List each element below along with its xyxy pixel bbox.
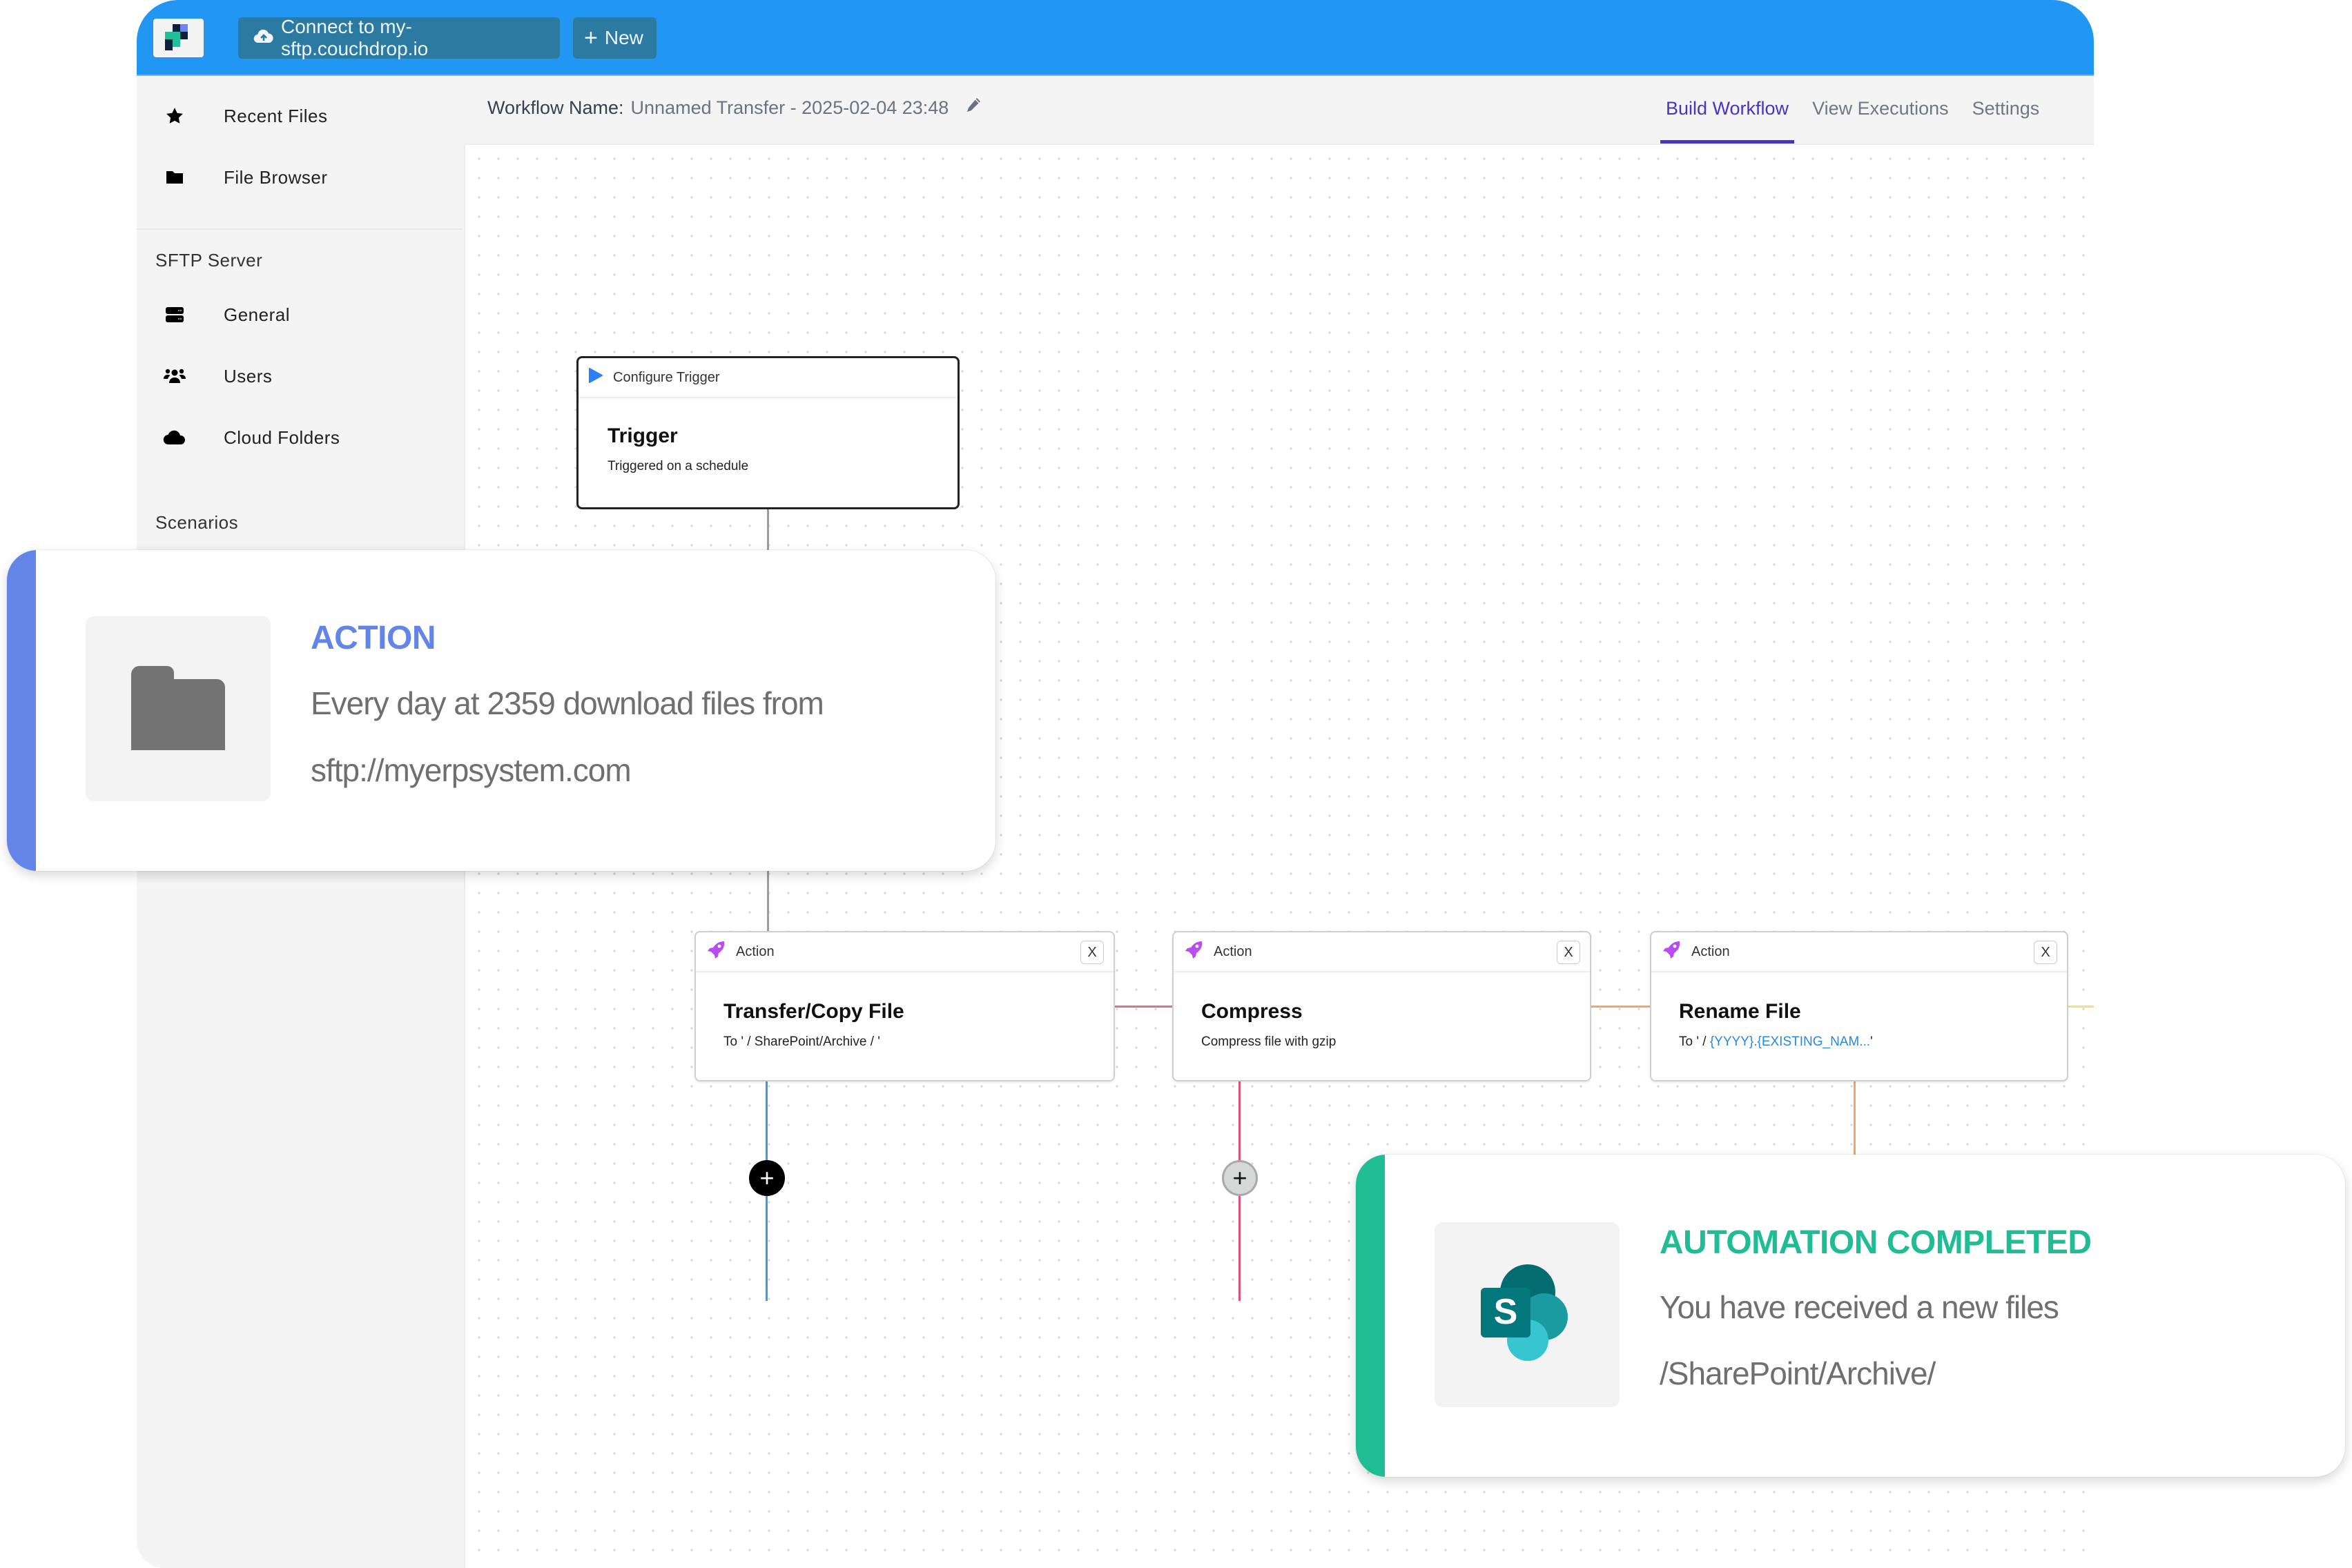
- add-step-button[interactable]: +: [749, 1160, 785, 1196]
- users-icon: [162, 368, 188, 384]
- star-icon: [162, 106, 188, 126]
- accent-stripe: [7, 550, 36, 871]
- action-node-rename[interactable]: Action X Rename File To ' / {YYYY}.{EXIS…: [1650, 931, 2068, 1081]
- action-subtitle: To ' / {YYYY}.{EXISTING_NAM...': [1679, 1035, 2067, 1050]
- overlay-source-url: sftp://myerpsystem.com: [311, 752, 632, 788]
- rocket-icon: [1183, 939, 1204, 964]
- action-subtitle-suffix: ': [1870, 1035, 1873, 1049]
- trigger-node-header: Configure Trigger: [579, 358, 958, 398]
- trigger-node[interactable]: Configure Trigger Trigger Triggered on a…: [576, 356, 960, 509]
- sidebar-item-general[interactable]: General: [137, 294, 463, 335]
- trigger-header-label: Configure Trigger: [613, 369, 720, 385]
- rocket-icon: [1661, 939, 1682, 964]
- new-button[interactable]: + New: [573, 17, 657, 59]
- sidebar-item-label: Recent Files: [224, 105, 328, 126]
- sidebar-item-users[interactable]: Users: [137, 355, 463, 397]
- action-header-label: Action: [1214, 943, 1252, 959]
- action-header-label: Action: [1691, 943, 1730, 959]
- workflow-name-value: Unnamed Transfer - 2025-02-04 23:48: [630, 97, 949, 118]
- action-subtitle-text: Compress file with gzip: [1201, 1035, 1337, 1049]
- overlay-destination-path: /SharePoint/Archive/: [1660, 1355, 1936, 1391]
- connect-button[interactable]: Connect to my-sftp.couchdrop.io: [238, 16, 560, 59]
- trigger-title: Trigger: [608, 424, 678, 447]
- tab-view-executions[interactable]: View Executions: [1807, 76, 1954, 144]
- connector-rename-down: [1854, 1081, 1856, 1155]
- sidebar-item-cloud-folders[interactable]: Cloud Folders: [137, 417, 463, 458]
- path-variable: {YYYY}.{EXISTING_NAM...: [1709, 1035, 1871, 1049]
- sidebar-item-file-browser[interactable]: File Browser: [137, 157, 463, 198]
- close-icon[interactable]: X: [1557, 941, 1580, 964]
- sidebar-heading-sftp: SFTP Server: [155, 250, 263, 271]
- sidebar-item-label: General: [224, 304, 290, 325]
- connector-rename-to-add: [2068, 1006, 2094, 1008]
- folder-icon-box: [86, 616, 271, 801]
- action-subtitle-text: To ' /: [1679, 1035, 1710, 1049]
- action-node-header: Action X: [696, 932, 1114, 972]
- connector-transfer-to-compress: [1115, 1006, 1172, 1008]
- close-icon[interactable]: X: [1080, 941, 1104, 964]
- sharepoint-icon: S: [1475, 1262, 1579, 1369]
- overlay-title: ACTION: [311, 620, 436, 656]
- plus-icon: +: [584, 25, 598, 51]
- action-subtitle: Compress file with gzip: [1201, 1035, 1590, 1050]
- sharepoint-icon-box: S: [1435, 1222, 1620, 1407]
- action-title: Compress: [1201, 1000, 1303, 1023]
- couchdrop-logo[interactable]: [153, 19, 204, 57]
- add-step-button[interactable]: +: [1222, 1160, 1258, 1196]
- cloud-icon: [162, 430, 188, 445]
- rocket-icon: [706, 939, 726, 964]
- play-icon: [588, 367, 603, 388]
- action-subtitle: To ' / SharePoint/Archive / ': [723, 1035, 1114, 1050]
- tab-build-workflow[interactable]: Build Workflow: [1660, 76, 1795, 144]
- overlay-description: You have received a new files: [1660, 1289, 2059, 1325]
- connector-compress-to-rename: [1591, 1006, 1650, 1008]
- action-overlay-card: ACTION Every day at 2359 download files …: [7, 550, 995, 871]
- sidebar-item-recent-files[interactable]: Recent Files: [137, 95, 463, 137]
- action-node-transfer[interactable]: Action X Transfer/Copy File To ' / Share…: [694, 931, 1115, 1081]
- accent-stripe: [1356, 1155, 1385, 1477]
- action-node-header: Action X: [1174, 932, 1590, 972]
- overlay-title: AUTOMATION COMPLETED: [1660, 1224, 2092, 1261]
- sidebar-divider: [137, 228, 463, 230]
- sidebar-item-label: File Browser: [224, 166, 328, 188]
- sidebar-heading-scenarios: Scenarios: [155, 512, 239, 533]
- folder-icon: [131, 665, 225, 754]
- close-icon[interactable]: X: [2034, 941, 2057, 964]
- folder-icon: [162, 169, 188, 186]
- action-header-label: Action: [736, 943, 775, 959]
- sidebar-item-label: Cloud Folders: [224, 427, 340, 448]
- pencil-icon[interactable]: [965, 97, 982, 119]
- trigger-subtitle: Triggered on a schedule: [608, 459, 749, 473]
- top-bar: Connect to my-sftp.couchdrop.io + New: [137, 0, 2094, 76]
- workflow-header: Workflow Name: Unnamed Transfer - 2025-0…: [464, 76, 2094, 145]
- workflow-name-label: Workflow Name:: [487, 97, 624, 118]
- action-title: Rename File: [1679, 1000, 1801, 1023]
- automation-completed-card: S AUTOMATION COMPLETED You have received…: [1356, 1155, 2345, 1477]
- action-title: Transfer/Copy File: [723, 1000, 904, 1023]
- action-node-compress[interactable]: Action X Compress Compress file with gzi…: [1172, 931, 1591, 1081]
- action-node-header: Action X: [1651, 932, 2067, 972]
- cloud-upload-icon: [253, 27, 274, 49]
- workflow-tabs: Build Workflow View Executions Settings: [1660, 76, 2057, 144]
- server-icon: [162, 306, 188, 323]
- tab-settings[interactable]: Settings: [1967, 76, 2045, 144]
- workflow-name: Workflow Name: Unnamed Transfer - 2025-0…: [487, 97, 982, 119]
- sidebar-item-label: Users: [224, 365, 273, 386]
- svg-text:S: S: [1494, 1292, 1518, 1332]
- overlay-description: Every day at 2359 download files from: [311, 685, 824, 721]
- connect-button-label: Connect to my-sftp.couchdrop.io: [281, 16, 429, 59]
- action-subtitle-text: To ' / SharePoint/Archive / ': [723, 1035, 880, 1049]
- new-button-label: New: [604, 27, 643, 48]
